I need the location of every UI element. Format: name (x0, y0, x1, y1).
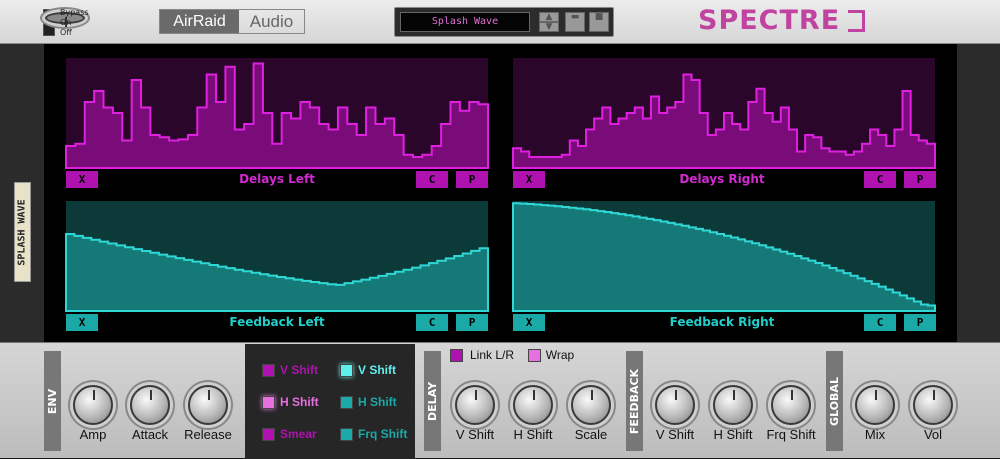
delays-right-label: Delays Right (679, 172, 765, 186)
feedback-right-label: Feedback Right (669, 315, 775, 329)
global-vol-label: Vol (923, 427, 943, 442)
mod-hshift-right-label: H Shift (358, 395, 397, 409)
feedback-right-paste-button[interactable]: P (904, 314, 936, 331)
spectre-logo-icon (848, 10, 866, 32)
feedback-left-paste-button[interactable]: P (456, 314, 488, 331)
delays-right-clear-button[interactable]: X (513, 171, 545, 188)
product-logo: SPECTRE (698, 5, 866, 36)
delays-left-copy-button[interactable]: C (416, 171, 448, 188)
brand-logo: AirRaid Audio (159, 9, 305, 34)
right-rail (957, 44, 1000, 342)
delay-vshift-knob[interactable] (455, 385, 495, 425)
save-icon[interactable]: ■ (589, 12, 609, 32)
feedback-left-label: Feedback Left (229, 315, 325, 329)
mod-smear-label: Smear (280, 427, 317, 441)
patch-browser: Splash Wave ▲ ▼ ▬ ■ (394, 7, 614, 37)
env-release-knob[interactable] (188, 385, 228, 425)
feedback-right-copy-button[interactable]: C (864, 314, 896, 331)
mod-hshift-left-toggle[interactable] (262, 396, 275, 409)
on-label: On (60, 18, 72, 27)
patch-tape: SPLASH WAVE (14, 182, 31, 282)
delay-hshift-knob[interactable] (513, 385, 553, 425)
feedback-frqshift-knob[interactable] (771, 385, 811, 425)
feedback-left-copy-button[interactable]: C (416, 314, 448, 331)
mod-vshift-left-toggle[interactable] (262, 364, 275, 377)
feedback-right-clear-button[interactable]: X (513, 314, 545, 331)
product-name: SPECTRE (698, 5, 841, 36)
mod-hshift-right-toggle[interactable] (340, 396, 353, 409)
link-lr-label: Link L/R (469, 348, 515, 362)
feedback-left-clear-button[interactable]: X (66, 314, 98, 331)
mod-frqshift-label: Frq Shift (358, 427, 408, 441)
delays-right-copy-button[interactable]: C (864, 171, 896, 188)
delay-scale-knob[interactable] (571, 385, 611, 425)
bypass-switch[interactable] (43, 9, 85, 36)
mod-vshift-right-label: V Shift (358, 363, 396, 377)
delay-section-label: DELAY (424, 351, 441, 451)
global-vol-knob[interactable] (913, 385, 953, 425)
control-panel: ENV Amp Attack Release V Shift H Shift S… (0, 342, 1000, 459)
feedback-vshift-knob[interactable] (655, 385, 695, 425)
mod-frqshift-toggle[interactable] (340, 428, 353, 441)
off-label: Off (60, 28, 72, 37)
mod-smear-toggle[interactable] (262, 428, 275, 441)
feedback-frqshift-label: Frq Shift (766, 427, 816, 442)
modifier-panel: V Shift H Shift Smear V Shift H Shift Fr… (245, 344, 415, 459)
bypass-label: Bypass (60, 8, 89, 17)
delays-right-paste-button[interactable]: P (904, 171, 936, 188)
graph-area: X Delays Left C P X Delays Right C P X F… (44, 44, 957, 342)
tape-label: SPLASH WAVE (17, 198, 29, 266)
delays-left-clear-button[interactable]: X (66, 171, 98, 188)
brand-audio: Audio (249, 12, 294, 31)
feedback-hshift-knob[interactable] (713, 385, 753, 425)
folder-icon[interactable]: ▬ (565, 12, 585, 32)
mod-vshift-right-toggle[interactable] (340, 364, 353, 377)
left-rail: SPLASH WAVE (0, 44, 44, 342)
arrow-down-icon[interactable]: ▼ (539, 22, 559, 32)
mod-hshift-left-label: H Shift (280, 395, 319, 409)
arrow-up-icon[interactable]: ▲ (539, 12, 559, 22)
brand-airraid: AirRaid (160, 10, 239, 33)
graph-canvas (65, 58, 936, 312)
env-amp-knob[interactable] (73, 385, 113, 425)
delays-left-paste-button[interactable]: P (456, 171, 488, 188)
top-bar: Bypass On Off AirRaid Audio Splash Wave … (0, 0, 1000, 44)
mod-vshift-left-label: V Shift (280, 363, 318, 377)
env-release-label: Release (184, 427, 232, 442)
wrap-label: Wrap (545, 348, 575, 362)
patch-name-display[interactable]: Splash Wave (400, 12, 530, 32)
delays-left-label: Delays Left (239, 172, 315, 186)
global-mix-knob[interactable] (855, 385, 895, 425)
delay-scale-label: Scale (574, 427, 608, 442)
env-attack-knob[interactable] (130, 385, 170, 425)
